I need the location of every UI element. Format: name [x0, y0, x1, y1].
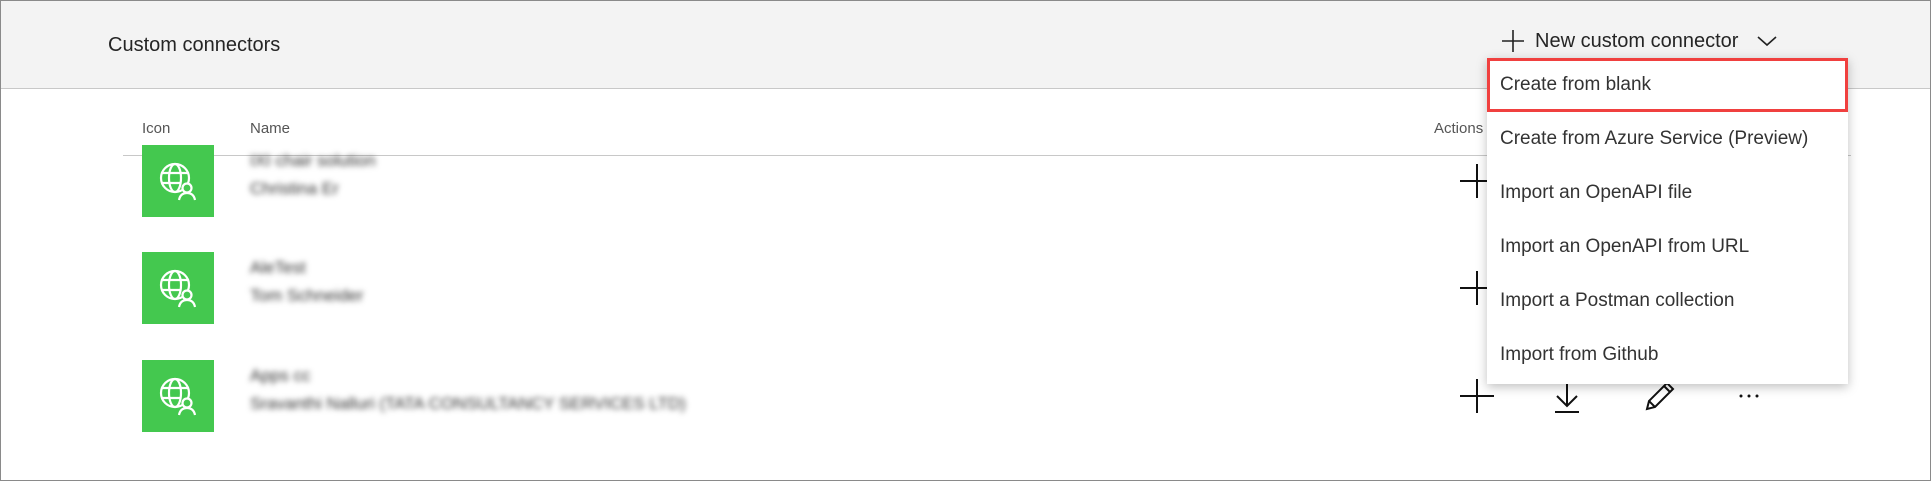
connector-owner: Sravanthi Nalluri (TATA CONSULTANCY SERV…	[250, 394, 686, 413]
column-header-icon: Icon	[142, 120, 171, 137]
connector-name: AleTest	[250, 258, 306, 277]
menu-item-create-from-blank[interactable]: Create from blank	[1487, 58, 1848, 112]
plus-icon	[1502, 30, 1524, 52]
menu-item-import-postman[interactable]: Import a Postman collection	[1487, 274, 1848, 328]
globe-user-icon	[159, 377, 197, 416]
globe-user-icon	[159, 269, 197, 308]
new-button-label: New custom connector	[1535, 29, 1739, 52]
column-header-actions: Actions	[1434, 120, 1484, 137]
menu-item-import-openapi-file[interactable]: Import an OpenAPI file	[1487, 166, 1848, 220]
new-custom-connector-button[interactable]: New custom connector	[1501, 29, 1778, 53]
more-icon	[1737, 392, 1761, 400]
connector-owner: Tom Schneider	[250, 286, 364, 305]
connector-name-cell: AleTest Tom Schneider	[250, 254, 363, 310]
chevron-down-icon	[1757, 36, 1777, 47]
pencil-icon	[1643, 379, 1677, 413]
connector-name: Apps cc	[250, 366, 311, 385]
menu-item-import-openapi-url[interactable]: Import an OpenAPI from URL	[1487, 220, 1848, 274]
connector-icon	[142, 252, 214, 324]
connector-name-cell: Apps cc Sravanthi Nalluri (TATA CONSULTA…	[250, 362, 686, 418]
connector-icon	[142, 145, 214, 217]
connector-icon	[142, 360, 214, 432]
new-connector-dropdown-menu: Create from blank Create from Azure Serv…	[1487, 58, 1848, 384]
menu-item-import-github[interactable]: Import from Github	[1487, 328, 1848, 382]
column-header-name: Name	[250, 120, 291, 137]
page-title: Custom connectors	[108, 34, 281, 56]
connector-owner: Christina Er	[250, 179, 339, 198]
connector-name-cell: IXI chair solution Christina Er	[250, 147, 376, 203]
menu-item-create-from-azure-service[interactable]: Create from Azure Service (Preview)	[1487, 112, 1848, 166]
connector-name: IXI chair solution	[250, 151, 376, 170]
globe-user-icon	[159, 162, 197, 201]
